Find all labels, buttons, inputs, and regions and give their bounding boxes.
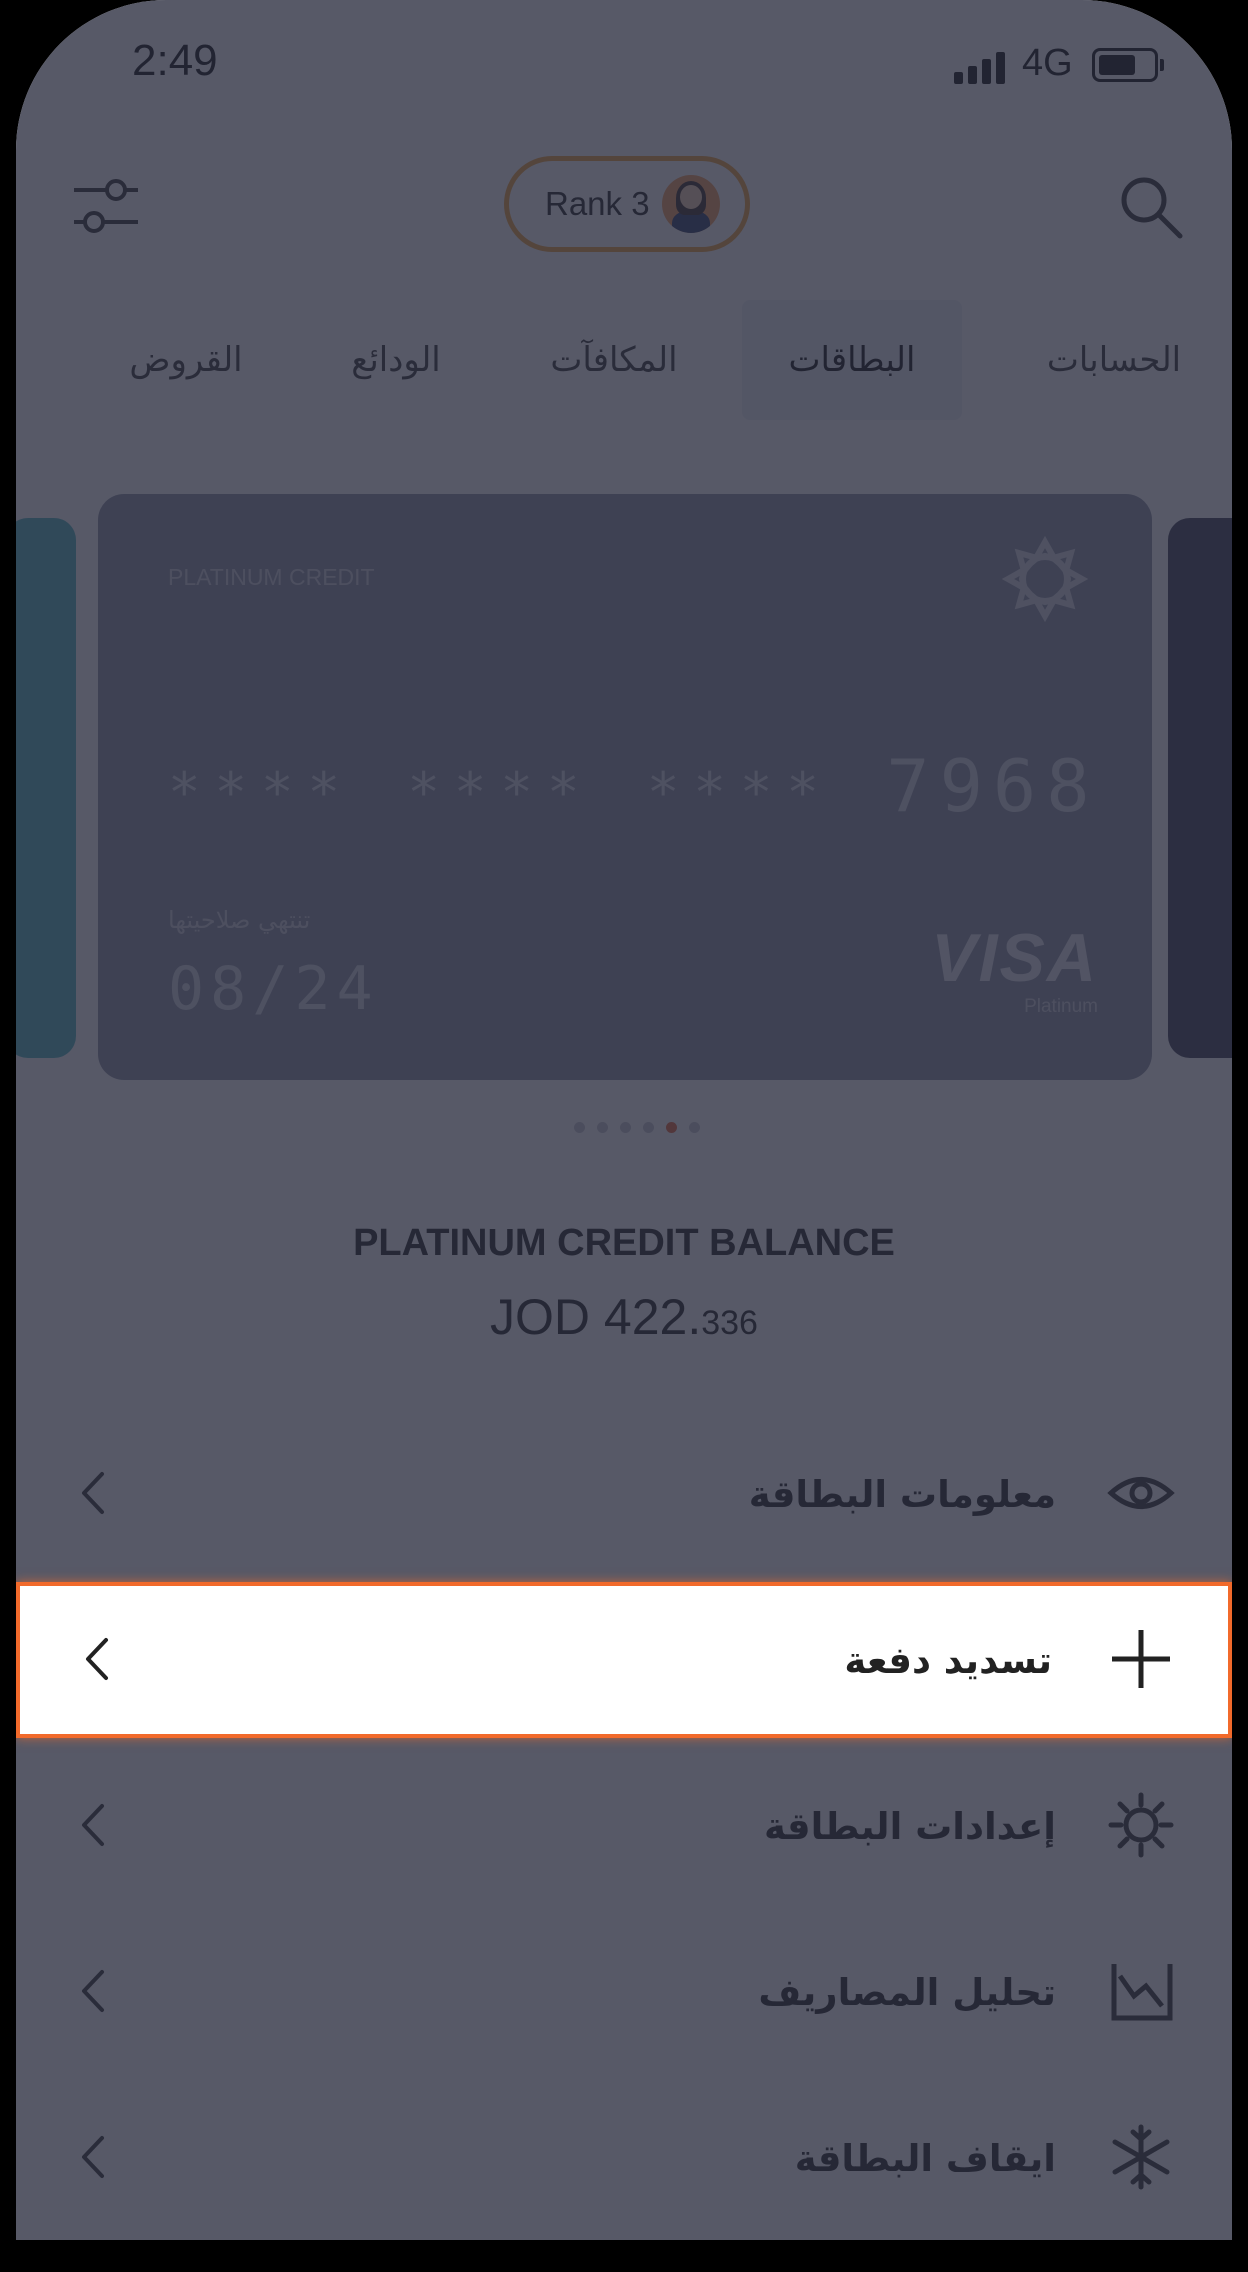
eye-icon bbox=[1107, 1477, 1175, 1509]
chevron-left-icon bbox=[82, 1970, 104, 2012]
expiry-label: تنتهي صلاحيتها bbox=[168, 906, 311, 934]
menu-item-card-info[interactable]: معلومات البطاقة bbox=[16, 1416, 1232, 1572]
menu-item-card-settings[interactable]: إعدادات البطاقة bbox=[16, 1748, 1232, 1904]
bank-logo-icon bbox=[1002, 536, 1088, 622]
balance-amount: JOD 422.336 bbox=[16, 1288, 1232, 1346]
visa-logo: VISA Platinum bbox=[918, 924, 1098, 1018]
status-time: 2:49 bbox=[132, 36, 218, 85]
tab-rewards[interactable]: المكافآت bbox=[524, 300, 704, 420]
previous-card[interactable] bbox=[16, 518, 76, 1058]
tab-loans[interactable]: القروض bbox=[106, 300, 266, 420]
tab-accounts[interactable]: الحسابات bbox=[1016, 300, 1212, 420]
carousel-dot[interactable] bbox=[620, 1122, 631, 1133]
filter-icon[interactable] bbox=[70, 176, 142, 236]
next-card[interactable] bbox=[1168, 518, 1232, 1058]
plus-icon bbox=[1112, 1630, 1170, 1688]
carousel-dot-active[interactable] bbox=[666, 1122, 677, 1133]
menu-item-label: ايقاف البطاقة bbox=[794, 2136, 1056, 2180]
rank-badge[interactable]: Rank 3 bbox=[504, 156, 750, 252]
chevron-left-icon bbox=[82, 1472, 104, 1514]
carousel-dot[interactable] bbox=[597, 1122, 608, 1133]
tab-cards[interactable]: البطاقات bbox=[742, 300, 962, 420]
search-icon[interactable] bbox=[1116, 172, 1186, 242]
menu-item-label: تسديد دفعة bbox=[844, 1638, 1052, 1682]
menu-item-spending-analysis[interactable]: تحليل المصاريف bbox=[16, 1914, 1232, 2070]
card-number-masked-group: **** bbox=[646, 761, 833, 824]
menu-item-label: إعدادات البطاقة bbox=[763, 1804, 1056, 1848]
balance-amount-main: JOD 422. bbox=[490, 1289, 702, 1345]
visa-tier: Platinum bbox=[1024, 996, 1098, 1017]
balance-amount-fraction: 336 bbox=[701, 1304, 758, 1342]
battery-icon bbox=[1092, 48, 1164, 82]
chevron-left-icon bbox=[82, 1804, 104, 1846]
card-last-digits: 7968 bbox=[886, 744, 1100, 828]
chart-icon bbox=[1111, 1964, 1173, 2021]
menu-item-label: معلومات البطاقة bbox=[748, 1472, 1056, 1516]
menu-item-freeze-card[interactable]: ايقاف البطاقة bbox=[16, 2080, 1232, 2236]
section-tabs: الحسابات البطاقات المكافآت الودائع القرو… bbox=[16, 300, 1232, 420]
avatar bbox=[661, 175, 720, 233]
snowflake-icon bbox=[1112, 2124, 1170, 2190]
card-number-masked-group: **** bbox=[168, 761, 355, 824]
menu-item-label: تحليل المصاريف bbox=[758, 1970, 1056, 2014]
visa-brand: VISA bbox=[931, 920, 1098, 996]
carousel-dot[interactable] bbox=[689, 1122, 700, 1133]
card-type: PLATINUM CREDIT bbox=[168, 564, 375, 590]
chevron-left-icon bbox=[82, 2136, 104, 2178]
network-type: 4G bbox=[1022, 42, 1073, 84]
phone-screen: 2:49 4G Rank 3 الحسابات البطاقات المكافآ… bbox=[16, 0, 1232, 2240]
rank-label: Rank 3 bbox=[545, 185, 650, 222]
gear-icon bbox=[1108, 1792, 1174, 1858]
card-number-masked-group: **** bbox=[407, 761, 594, 824]
carousel-dot[interactable] bbox=[643, 1122, 654, 1133]
carousel-indicator bbox=[574, 1122, 700, 1133]
chevron-left-icon bbox=[86, 1638, 108, 1680]
balance-title: PLATINUM CREDIT BALANCE bbox=[353, 1222, 895, 1264]
signal-icon bbox=[954, 48, 1005, 84]
expiry-date: 08/24 bbox=[168, 954, 379, 1024]
credit-card[interactable]: PLATINUM CREDIT **** **** **** 7968 تنته… bbox=[98, 494, 1152, 1080]
card-number: **** **** **** 7968 bbox=[168, 744, 1092, 828]
carousel-dot[interactable] bbox=[574, 1122, 585, 1133]
tab-deposits[interactable]: الودائع bbox=[316, 300, 476, 420]
menu-item-make-payment[interactable]: تسديد دفعة bbox=[16, 1582, 1232, 1738]
